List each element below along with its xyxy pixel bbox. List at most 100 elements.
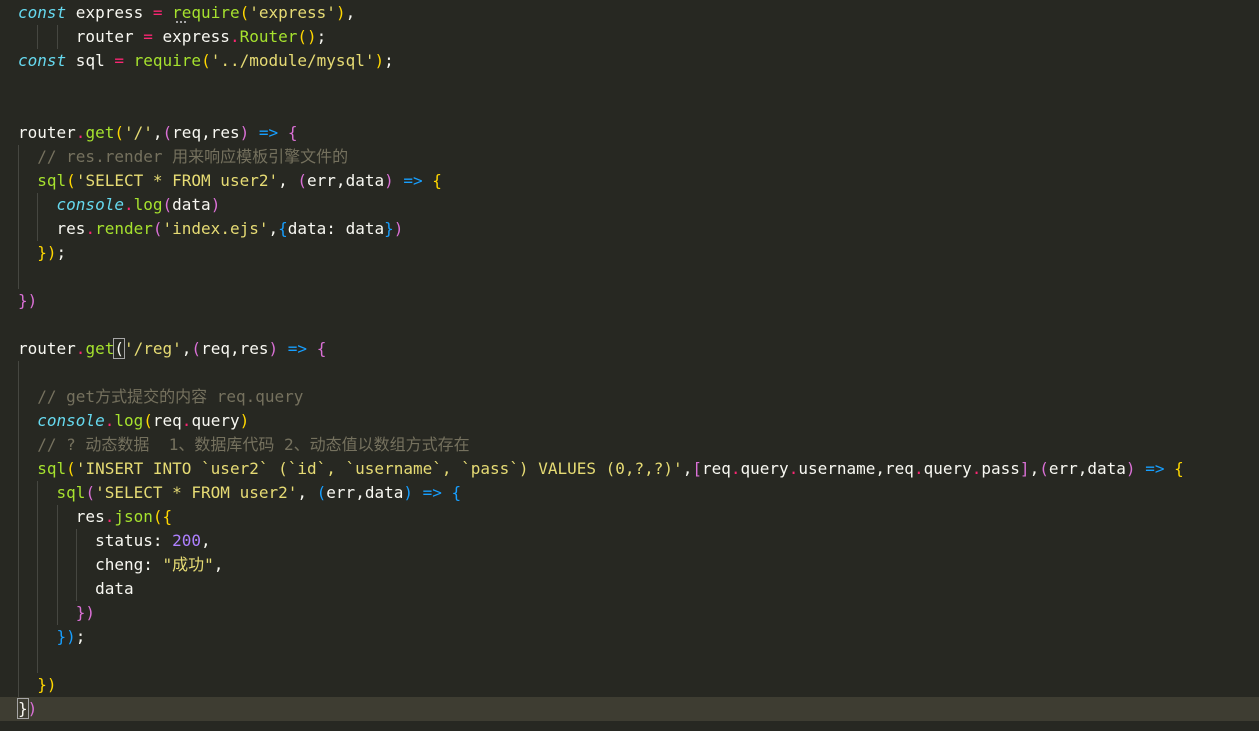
code-line[interactable]: router = express.Router();: [0, 25, 1259, 49]
code-token: =>: [287, 339, 308, 358]
code-token: ): [268, 339, 279, 358]
code-token: {: [1174, 459, 1184, 478]
code-token: ,: [201, 531, 211, 550]
code-token: 'SELECT * FROM user2': [75, 171, 279, 190]
code-token: // ? 动态数据 1、数据库代码 2、动态值以数组方式存在: [37, 435, 470, 454]
code-token: ,: [355, 483, 365, 502]
code-line[interactable]: data: [0, 577, 1259, 601]
code-token: =>: [1145, 459, 1165, 478]
code-token: ,: [213, 555, 224, 574]
code-token: const: [18, 51, 67, 70]
code-line[interactable]: res.json({: [0, 505, 1259, 529]
code-token: =: [143, 27, 153, 46]
code-token: }): [75, 603, 96, 622]
code-text: }): [17, 697, 37, 721]
code-line[interactable]: router.get('/reg',(req,res) => {: [0, 337, 1259, 361]
code-line[interactable]: sql('SELECT * FROM user2', (err,data) =>…: [0, 481, 1259, 505]
code-line[interactable]: sql('INSERT INTO `user2` (`id`, `usernam…: [0, 457, 1259, 481]
code-line[interactable]: // ? 动态数据 1、数据库代码 2、动态值以数组方式存在: [0, 433, 1259, 457]
code-token: (: [66, 171, 76, 190]
code-line[interactable]: [0, 649, 1259, 673]
code-token: req: [885, 459, 914, 478]
code-line[interactable]: });: [0, 625, 1259, 649]
code-token: ,: [297, 483, 317, 502]
code-text: const sql = require('../module/mysql');: [18, 49, 394, 73]
code-editor[interactable]: const express = require('express'), rout…: [0, 0, 1259, 731]
code-token: ): [1125, 459, 1136, 478]
code-token: ): [393, 219, 404, 238]
code-line[interactable]: router.get('/',(req,res) => {: [0, 121, 1259, 145]
code-line[interactable]: const express = require('express'),: [0, 1, 1259, 25]
code-line[interactable]: cheng: "成功",: [0, 553, 1259, 577]
code-token: .: [730, 459, 741, 478]
indent-guide: [37, 649, 39, 673]
code-token: (: [201, 51, 211, 70]
code-line[interactable]: }): [0, 601, 1259, 625]
code-line[interactable]: }): [0, 289, 1259, 313]
code-token: (: [114, 123, 124, 142]
code-token: (: [297, 171, 308, 190]
indent-guide: [18, 361, 19, 385]
code-token: express: [152, 27, 230, 46]
code-token: ): [374, 51, 385, 70]
code-token: .: [788, 459, 799, 478]
code-line[interactable]: res.render('index.ejs',{data: data}): [0, 217, 1259, 241]
code-token: ,: [278, 171, 298, 190]
code-line[interactable]: [0, 97, 1259, 121]
code-token: =>: [422, 483, 442, 502]
code-line[interactable]: console.log(data): [0, 193, 1259, 217]
code-text: sql('INSERT INTO `user2` (`id`, `usernam…: [18, 457, 1184, 481]
code-token: ,: [201, 123, 211, 142]
code-line[interactable]: [0, 73, 1259, 97]
code-token: (: [113, 338, 125, 359]
code-token: get: [85, 123, 115, 142]
code-line[interactable]: [0, 265, 1259, 289]
code-token: req: [201, 339, 230, 358]
code-token: ,: [152, 123, 163, 142]
code-token: 'express': [249, 3, 336, 22]
code-token: }): [56, 627, 76, 646]
code-token: ): [46, 243, 57, 262]
code-token: res: [239, 339, 269, 358]
code-line[interactable]: // res.render 用来响应模板引擎文件的: [0, 145, 1259, 169]
code-token: ,: [181, 339, 192, 358]
code-token: ;: [75, 627, 86, 646]
code-line[interactable]: }): [0, 673, 1259, 697]
code-token: (: [316, 483, 327, 502]
code-text: // get方式提交的内容 req.query: [18, 385, 303, 409]
code-text: router.get('/reg',(req,res) => {: [18, 337, 326, 361]
code-token: ;: [384, 51, 394, 70]
code-token: req: [152, 411, 182, 430]
code-line[interactable]: sql('SELECT * FROM user2', (err,data) =>…: [0, 169, 1259, 193]
code-line[interactable]: [0, 361, 1259, 385]
code-token: =: [152, 3, 163, 22]
code-line[interactable]: // get方式提交的内容 req.query: [0, 385, 1259, 409]
code-token: res: [210, 123, 240, 142]
code-token: data: [18, 579, 134, 598]
code-token: }: [17, 698, 29, 719]
code-line[interactable]: status: 200,: [0, 529, 1259, 553]
code-line[interactable]: const sql = require('../module/mysql');: [0, 49, 1259, 73]
code-token: console: [37, 411, 105, 430]
code-text: // res.render 用来响应模板引擎文件的: [18, 145, 348, 169]
code-text: data: [18, 577, 134, 601]
code-token: ,: [229, 339, 240, 358]
code-token: router: [18, 123, 76, 142]
code-line[interactable]: }): [0, 697, 1259, 721]
code-line[interactable]: console.log(req.query): [0, 409, 1259, 433]
code-token: ,: [268, 219, 279, 238]
code-token: (: [152, 219, 163, 238]
code-line[interactable]: [0, 313, 1259, 337]
code-line[interactable]: });: [0, 241, 1259, 265]
code-token: cheng:: [18, 555, 163, 574]
